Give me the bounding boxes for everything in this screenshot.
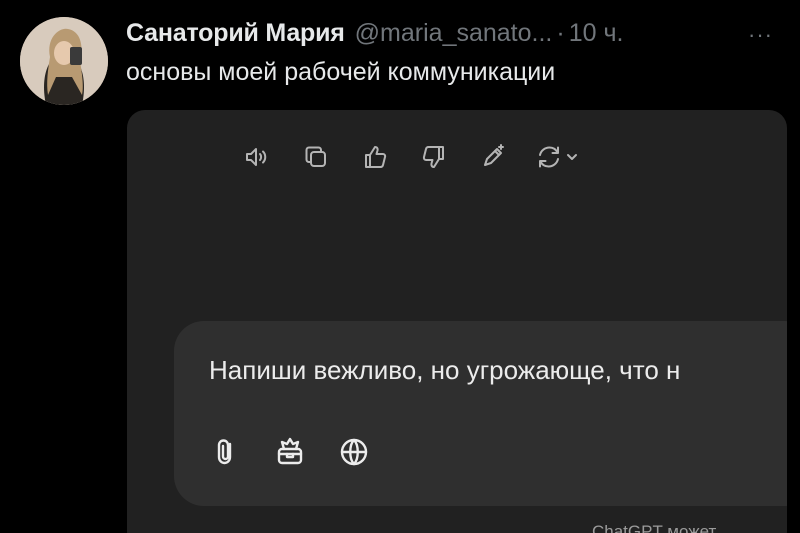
tools-icon[interactable] (271, 433, 309, 471)
speaker-icon[interactable] (240, 140, 274, 174)
more-options-icon[interactable]: ··· (748, 22, 773, 48)
author-handle[interactable]: @maria_sanato... (355, 19, 553, 48)
thumbs-down-icon[interactable] (417, 140, 451, 174)
separator-dot: · (556, 18, 565, 47)
prompt-input[interactable]: Напиши вежливо, но угрожающе, что н (209, 355, 680, 386)
message-action-bar (240, 140, 579, 174)
chevron-down-icon (567, 154, 577, 160)
edit-sparkle-icon[interactable] (476, 140, 510, 174)
tweet-header: Санаторий Мария @maria_sanato... · 10 ч. (126, 16, 623, 50)
thumbs-up-icon[interactable] (358, 140, 392, 174)
composer-tools (207, 433, 399, 471)
regenerate-button[interactable] (535, 143, 579, 171)
tweet: Санаторий Мария @maria_sanato... · 10 ч.… (0, 0, 800, 533)
disclaimer-text: ChatGPT может (592, 522, 717, 533)
author-name[interactable]: Санаторий Мария (126, 19, 345, 48)
chat-composer[interactable]: Напиши вежливо, но угрожающе, что н (174, 321, 787, 506)
avatar[interactable] (20, 17, 108, 105)
attach-icon[interactable] (207, 433, 245, 471)
timestamp[interactable]: 10 ч. (569, 19, 624, 48)
globe-icon[interactable] (335, 433, 373, 471)
regenerate-icon (539, 146, 559, 168)
copy-icon[interactable] (299, 140, 333, 174)
tweet-media-screenshot[interactable]: Напиши вежливо, но угрожающе, что н Chat… (127, 110, 787, 533)
tweet-text: основы моей рабочей коммуникации (126, 58, 556, 86)
